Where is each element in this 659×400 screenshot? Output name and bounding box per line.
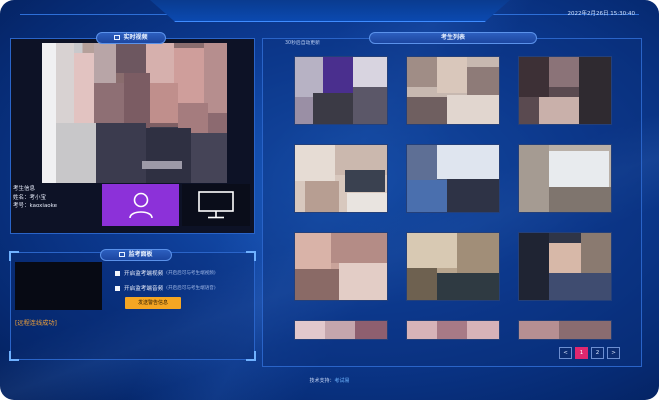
main-video-feed[interactable]: [42, 43, 227, 183]
student-thumbnail[interactable]: [518, 144, 612, 213]
footer: 技术支持：考试易: [0, 377, 659, 384]
video-checkbox[interactable]: [115, 270, 120, 276]
student-thumbnail[interactable]: [294, 232, 388, 301]
send-warning-button[interactable]: 发送警告信息: [125, 297, 181, 309]
student-info: 考生信息 姓名：考小宝 考号：kaoxiaoke: [13, 185, 101, 211]
panel-icon: [119, 252, 126, 257]
student-thumbnail[interactable]: [518, 232, 612, 301]
corner-decoration: [246, 251, 256, 261]
student-thumbnail[interactable]: [406, 144, 500, 213]
video-icon: [114, 35, 121, 40]
header-frame: [150, 0, 510, 22]
option-video-hint: (开启后可与考生端视频): [166, 271, 216, 276]
screen-share-toggle[interactable]: [182, 184, 250, 226]
option-audio[interactable]: 开启监考端音频 (开启后可与考生端语音): [115, 284, 216, 292]
exam-monitor-screen: 2022年2月26日 15:30:40 考生信息 姓名：考小宝 考号：kaoxi…: [0, 0, 659, 400]
student-thumbnail[interactable]: [518, 56, 612, 125]
proctor-panel: [远程连线成功] 开启监考端视频 (开启后可与考生端视频) 开启监考端音频 (开…: [9, 251, 256, 361]
student-info-title: 考生信息: [13, 186, 36, 192]
remote-status: [远程连线成功]: [15, 320, 57, 327]
user-icon: [128, 192, 153, 219]
option-audio-label: 开启监考端音频: [124, 286, 164, 292]
monitor-icon: [198, 191, 234, 219]
option-audio-hint: (开启后可与考生端语音): [166, 286, 216, 291]
pagination: < 1 2 >: [559, 347, 620, 359]
student-thumbnail[interactable]: [294, 144, 388, 213]
live-video-title: 实时视频: [96, 32, 166, 44]
corner-decoration: [246, 351, 256, 361]
datetime: 2022年2月26日 15:30:40: [567, 11, 635, 17]
page-button-1[interactable]: 1: [575, 347, 588, 359]
student-list-title: 考生列表: [369, 32, 537, 44]
live-video-panel: 考生信息 姓名：考小宝 考号：kaoxiaoke: [10, 38, 255, 234]
student-thumbnail[interactable]: [294, 56, 388, 125]
option-video-label: 开启监考端视频: [124, 271, 164, 277]
student-thumbnail[interactable]: [518, 320, 612, 340]
student-list-panel: 30秒后自动更新 < 1 2 >: [262, 38, 642, 367]
avatar-camera-toggle[interactable]: [102, 184, 179, 226]
footer-label: 技术支持：: [309, 378, 335, 384]
proctor-panel-title: 监考面板: [100, 249, 172, 261]
student-thumbnail[interactable]: [406, 320, 500, 340]
prev-page-button[interactable]: <: [559, 347, 572, 359]
student-thumbnail[interactable]: [406, 56, 500, 125]
student-thumbnail[interactable]: [294, 320, 388, 340]
option-video[interactable]: 开启监考端视频 (开启后可与考生端视频): [115, 269, 216, 277]
audio-checkbox[interactable]: [115, 285, 120, 291]
footer-link[interactable]: 考试易: [335, 378, 350, 384]
student-id: 考号：kaoxiaoke: [13, 203, 58, 209]
proctor-camera-feed: [15, 262, 102, 310]
student-name: 姓名：考小宝: [13, 194, 47, 201]
student-thumbnail[interactable]: [406, 232, 500, 301]
page-button-2[interactable]: 2: [591, 347, 604, 359]
corner-decoration: [9, 351, 19, 361]
next-page-button[interactable]: >: [607, 347, 620, 359]
auto-update-text: 30秒后自动更新: [285, 41, 320, 46]
corner-decoration: [9, 251, 19, 261]
